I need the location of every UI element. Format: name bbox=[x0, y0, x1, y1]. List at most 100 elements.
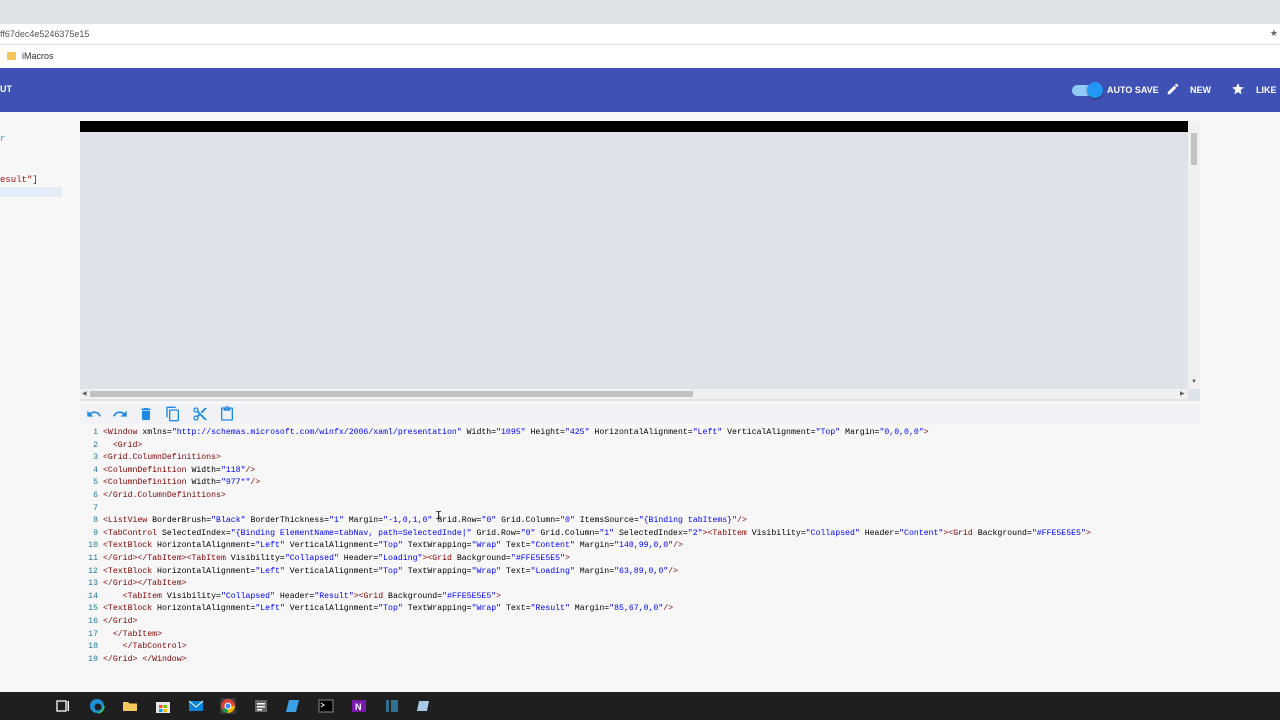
code-text[interactable]: <Grid.ColumnDefinitions> bbox=[103, 452, 221, 464]
vertical-scrollbar[interactable]: ▼ bbox=[1188, 121, 1200, 389]
windows-taskbar: N bbox=[0, 692, 1280, 720]
code-text[interactable]: <TextBlock HorizontalAlignment="Left" Ve… bbox=[103, 540, 683, 552]
code-text[interactable]: <ColumnDefinition Width="118"/> bbox=[103, 465, 255, 477]
onenote-icon[interactable]: N bbox=[351, 698, 367, 714]
line-number: 11 bbox=[88, 554, 98, 563]
line-number: 6 bbox=[93, 491, 98, 500]
side-fragment-value: esult" bbox=[0, 175, 33, 185]
side-highlight-row bbox=[0, 187, 62, 197]
header-left-button[interactable]: UT bbox=[0, 84, 12, 94]
line-number: 9 bbox=[93, 528, 98, 538]
code-text[interactable]: </Grid> bbox=[103, 616, 137, 628]
chrome-icon[interactable] bbox=[220, 698, 236, 714]
line-number: 2 bbox=[93, 440, 98, 450]
code-line[interactable]: 13 </Grid></TabItem> bbox=[80, 578, 1200, 590]
code-text[interactable]: </Grid.ColumnDefinitions> bbox=[103, 490, 226, 502]
code-editor[interactable]: I 1 <Window xmlns="http://schemas.microso… bbox=[80, 424, 1200, 670]
edge-icon[interactable] bbox=[89, 698, 105, 714]
code-line[interactable]: 11 </Grid></TabItem><TabItem Visibility="… bbox=[80, 553, 1200, 565]
code-line[interactable]: 17 </TabItem> bbox=[80, 629, 1200, 641]
line-number: 4 bbox=[93, 465, 98, 475]
bookmarks-bar: iMacros bbox=[0, 45, 1280, 68]
line-number: 15 bbox=[88, 604, 98, 614]
code-line[interactable]: 14 <TabItem Visibility="Collapsed" Heade… bbox=[80, 591, 1200, 603]
code-line[interactable]: 8 <ListView BorderBrush="Black" BorderThi… bbox=[80, 515, 1200, 527]
code-line[interactable]: 6 </Grid.ColumnDefinitions> bbox=[80, 490, 1200, 502]
horizontal-scroll-thumb[interactable] bbox=[90, 391, 693, 397]
pencil-icon[interactable] bbox=[1166, 82, 1180, 96]
line-number: 13 bbox=[88, 579, 98, 589]
app-icon[interactable] bbox=[286, 698, 302, 714]
line-number: 1 bbox=[93, 428, 98, 437]
address-url[interactable]: ff67dec4e5246375e15 bbox=[0, 29, 89, 39]
code-line[interactable]: 5 <ColumnDefinition Width="977*"/> bbox=[80, 477, 1200, 489]
code-text[interactable]: <ListView BorderBrush="Black" BorderThic… bbox=[103, 515, 747, 527]
code-text[interactable]: </Grid></TabItem><TabItem Visibility="Co… bbox=[103, 553, 570, 565]
line-number: 14 bbox=[88, 591, 98, 601]
code-line[interactable]: 4 <ColumnDefinition Width="118"/> bbox=[80, 465, 1200, 477]
left-side-panel: r esult"] bbox=[0, 112, 80, 692]
side-fragment-link[interactable]: r bbox=[0, 134, 5, 144]
side-fragment-bracket: ] bbox=[32, 175, 38, 185]
line-number: 16 bbox=[88, 617, 98, 626]
code-text[interactable]: <TabItem Visibility="Collapsed" Header="… bbox=[103, 591, 501, 603]
code-text[interactable]: </Grid></TabItem> bbox=[103, 578, 187, 590]
mail-icon[interactable] bbox=[188, 698, 204, 714]
autosave-label[interactable]: AUTO SAVE bbox=[1107, 85, 1159, 95]
like-button[interactable]: LIKE bbox=[1256, 85, 1277, 95]
code-line[interactable]: 1 <Window xmlns="http://schemas.microsoft… bbox=[80, 427, 1200, 439]
line-number: 17 bbox=[88, 629, 98, 639]
new-button[interactable]: NEW bbox=[1190, 85, 1211, 95]
line-number: 7 bbox=[93, 503, 98, 513]
code-line[interactable]: 9 <TabControl SelectedIndex="{Binding Ele… bbox=[80, 528, 1200, 540]
task-view-icon[interactable] bbox=[55, 698, 71, 714]
code-line[interactable]: 3 <Grid.ColumnDefinitions> bbox=[80, 452, 1200, 464]
settings-app-icon[interactable] bbox=[253, 698, 269, 714]
cut-icon[interactable] bbox=[192, 406, 208, 422]
terminal-icon[interactable] bbox=[318, 698, 334, 714]
scroll-right-arrow-icon[interactable]: ▶ bbox=[1180, 390, 1185, 397]
code-text[interactable]: </TabItem> bbox=[103, 629, 162, 641]
paste-icon[interactable] bbox=[219, 406, 235, 422]
bookmark-star-icon[interactable]: ★ bbox=[1270, 28, 1278, 39]
horizontal-scrollbar[interactable]: ◀ ▶ bbox=[80, 389, 1188, 399]
code-line[interactable]: 15 <TextBlock HorizontalAlignment="Left" … bbox=[80, 603, 1200, 615]
code-text[interactable]: <ColumnDefinition Width="977*"/> bbox=[103, 477, 260, 489]
app-icon-2[interactable] bbox=[384, 698, 400, 714]
line-number: 3 bbox=[93, 453, 98, 463]
code-text[interactable]: <TabControl SelectedIndex="{Binding Elem… bbox=[103, 528, 1091, 540]
code-text[interactable]: </TabControl> bbox=[103, 641, 187, 653]
code-line[interactable]: 12 <TextBlock HorizontalAlignment="Left" … bbox=[80, 566, 1200, 578]
code-line[interactable]: 19 </Grid> </Window> bbox=[80, 654, 1200, 666]
store-icon[interactable] bbox=[155, 698, 171, 714]
code-text[interactable]: <Window xmlns="http://schemas.microsoft.… bbox=[103, 427, 929, 439]
copy-icon[interactable] bbox=[165, 406, 181, 422]
code-line[interactable]: 18 </TabControl> bbox=[80, 641, 1200, 653]
code-text[interactable]: <TextBlock HorizontalAlignment="Left" Ve… bbox=[103, 566, 678, 578]
undo-icon[interactable] bbox=[86, 406, 102, 422]
app-icon-3[interactable] bbox=[416, 698, 432, 714]
scroll-down-arrow-icon[interactable]: ▼ bbox=[1191, 379, 1197, 385]
code-text[interactable]: <Grid> bbox=[103, 440, 143, 452]
address-bar[interactable]: ff67dec4e5246375e15 ★ bbox=[0, 24, 1280, 45]
code-line[interactable]: 2 <Grid> bbox=[80, 440, 1200, 452]
redo-icon[interactable] bbox=[112, 406, 128, 422]
code-line[interactable]: 10 <TextBlock HorizontalAlignment="Left" … bbox=[80, 540, 1200, 552]
toggle-knob bbox=[1087, 82, 1103, 98]
preview-window-border bbox=[80, 121, 1188, 132]
browser-tab-strip bbox=[0, 0, 1280, 24]
code-line[interactable]: 7 bbox=[80, 503, 1200, 515]
file-explorer-icon[interactable] bbox=[122, 698, 138, 714]
bookmark-imacros[interactable]: iMacros bbox=[22, 51, 54, 61]
autosave-toggle[interactable] bbox=[1072, 82, 1103, 98]
delete-icon[interactable] bbox=[138, 406, 154, 422]
line-number: 19 bbox=[88, 654, 98, 664]
scroll-left-arrow-icon[interactable]: ◀ bbox=[82, 390, 87, 397]
code-text[interactable]: <TextBlock HorizontalAlignment="Left" Ve… bbox=[103, 603, 673, 615]
line-number: 5 bbox=[93, 478, 98, 488]
star-icon[interactable] bbox=[1231, 82, 1245, 96]
code-text[interactable]: </Grid> </Window> bbox=[103, 654, 187, 666]
vertical-scroll-thumb[interactable] bbox=[1191, 133, 1197, 165]
code-line[interactable]: 16 </Grid> bbox=[80, 616, 1200, 628]
line-number: 12 bbox=[88, 566, 98, 576]
